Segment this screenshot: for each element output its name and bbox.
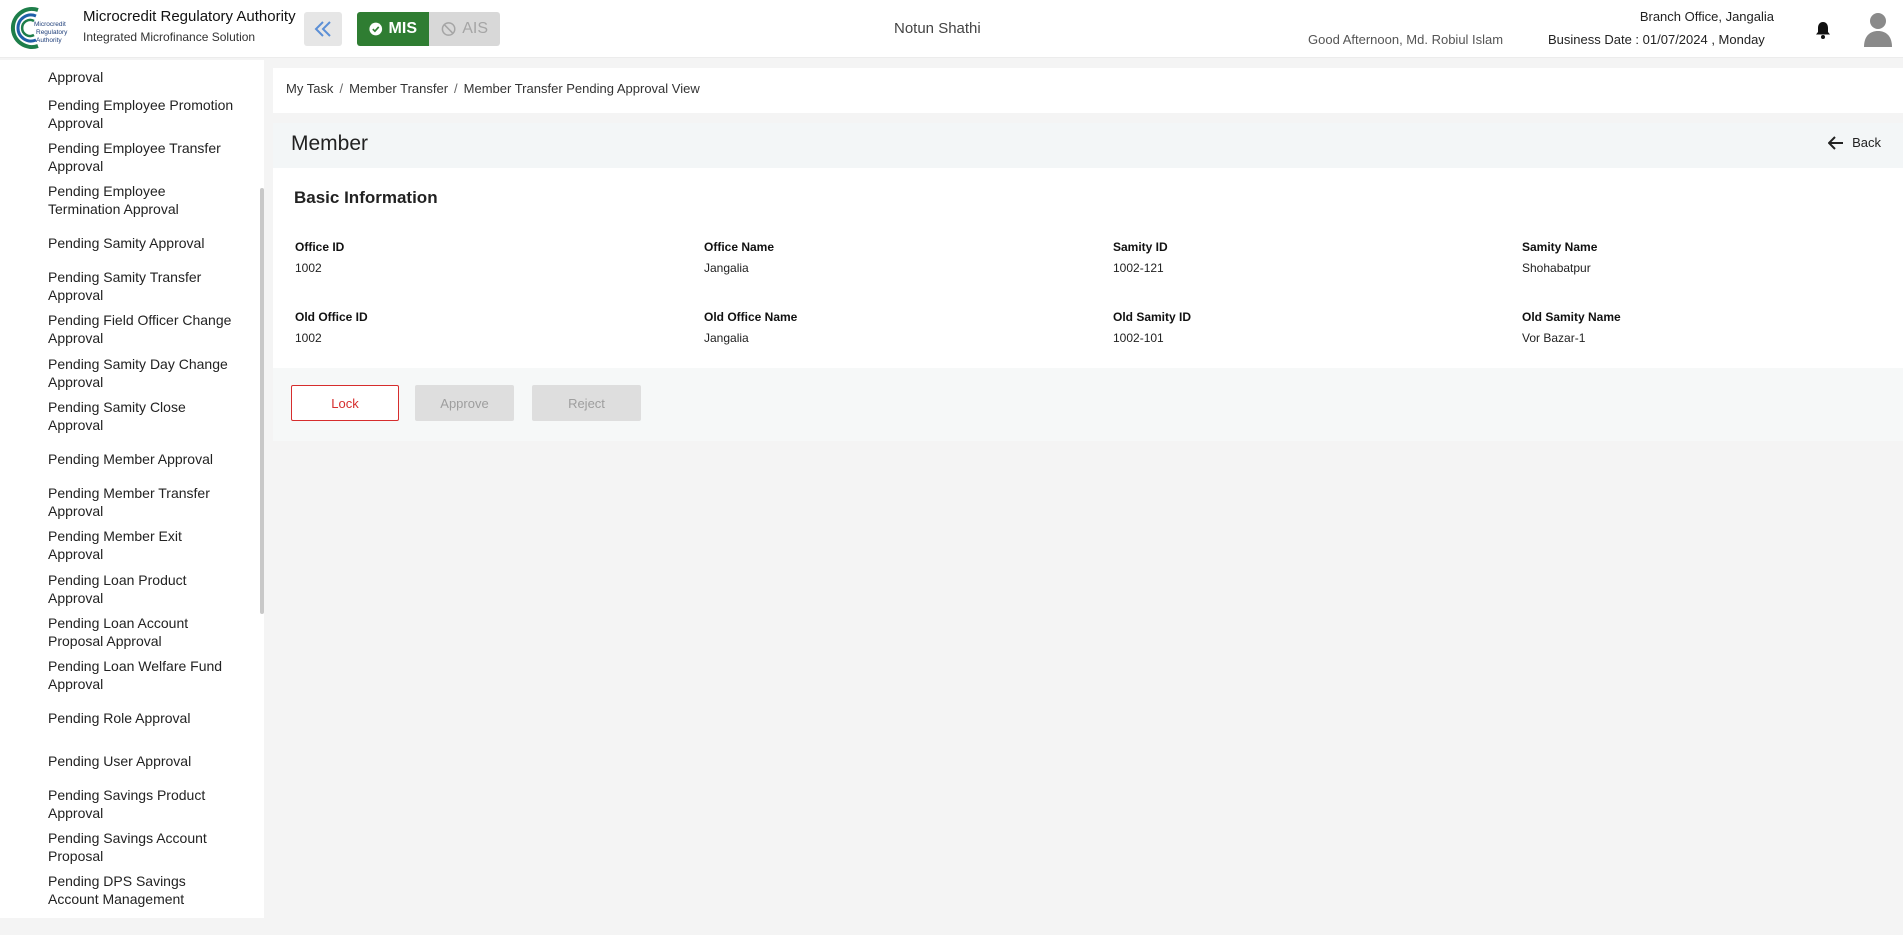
sidebar-item-member-transfer[interactable]: Pending Member Transfer Approval	[48, 484, 238, 520]
logo-text-2: Regulatory	[36, 29, 68, 36]
reject-button[interactable]: Reject	[532, 385, 641, 421]
back-button[interactable]: Back	[1828, 135, 1881, 150]
breadcrumb-bar: My Task / Member Transfer / Member Trans…	[273, 68, 1903, 113]
logo-text-1: Microcredit	[34, 21, 66, 28]
greeting-text: Good Afternoon, Md. Robiul Islam	[1308, 32, 1504, 47]
sidebar-item-samity-approval[interactable]: Pending Samity Approval	[48, 234, 238, 252]
breadcrumb-separator: /	[339, 81, 344, 96]
approve-button[interactable]: Approve	[415, 385, 514, 421]
breadcrumb: My Task / Member Transfer / Member Trans…	[286, 81, 700, 96]
check-circle-icon	[369, 22, 383, 36]
old-samity-name-label: Old Samity Name	[1522, 310, 1621, 324]
old-samity-id-label: Old Samity ID	[1113, 310, 1192, 324]
member-card: Member Back Basic Information Office ID …	[273, 123, 1903, 441]
office-name-label: Office Name	[704, 240, 775, 254]
old-samity-name-value: Vor Bazar-1	[1522, 331, 1586, 345]
breadcrumb-current: Member Transfer Pending Approval View	[463, 81, 700, 96]
samity-name-label: Samity Name	[1522, 240, 1598, 254]
mis-label: MIS	[388, 20, 417, 37]
app-subtitle: Integrated Microfinance Solution	[83, 30, 256, 44]
logo-text-3: Authority	[36, 37, 62, 44]
sidebar-item-member-exit[interactable]: Pending Member Exit Approval	[48, 527, 238, 563]
user-avatar-icon[interactable]	[1862, 10, 1894, 48]
sidebar-item-samity-transfer[interactable]: Pending Samity Transfer Approval	[48, 268, 238, 304]
sidebar-item-samity-day-change[interactable]: Pending Samity Day Change Approval	[48, 355, 238, 391]
sidebar-item-loan-product[interactable]: Pending Loan Product Approval	[48, 571, 238, 607]
mis-mode-button[interactable]: MIS	[357, 12, 429, 46]
double-chevron-left-icon	[314, 21, 331, 37]
breadcrumb-my-task[interactable]: My Task	[286, 81, 333, 96]
mra-logo: Microcredit Regulatory Authority	[8, 4, 76, 52]
lock-button[interactable]: Lock	[291, 385, 399, 421]
office-id-label: Office ID	[295, 240, 345, 254]
basic-information-panel	[273, 168, 1903, 368]
samity-name-value: Shohabatpur	[1522, 261, 1591, 275]
ais-label: AIS	[462, 20, 488, 37]
sidebar-item-employee-termination[interactable]: Pending Employee Termination Approval	[48, 182, 238, 218]
app-title: Microcredit Regulatory Authority	[83, 8, 296, 25]
sidebar: Approval Pending Employee Promotion Appr…	[0, 60, 264, 918]
old-office-name-label: Old Office Name	[704, 310, 798, 324]
business-date: Business Date : 01/07/2024 , Monday	[1548, 32, 1765, 47]
ais-mode-button[interactable]: AIS	[429, 12, 500, 46]
sidebar-item-member-approval[interactable]: Pending Member Approval	[48, 450, 238, 468]
organization-name: Notun Shathi	[894, 20, 981, 37]
branch-office: Branch Office, Jangalia	[1639, 9, 1774, 24]
sidebar-scrollbar[interactable]	[260, 188, 264, 614]
top-header: Microcredit Regulatory Authority Microcr…	[0, 0, 1903, 58]
card-header: Member Back	[273, 123, 1903, 168]
breadcrumb-separator: /	[454, 81, 458, 96]
sidebar-item-savings-account-proposal[interactable]: Pending Savings Account Proposal	[48, 829, 238, 865]
page-title: Member	[291, 132, 369, 155]
old-office-id-label: Old Office ID	[295, 310, 368, 324]
arrow-left-icon	[1828, 135, 1844, 150]
sidebar-item-user-approval[interactable]: Pending User Approval	[48, 752, 238, 770]
sidebar-item-samity-close[interactable]: Pending Samity Close Approval	[48, 398, 238, 434]
old-office-id-value: 1002	[295, 331, 322, 345]
old-office-name-value: Jangalia	[704, 331, 749, 345]
sidebar-item-employee-transfer[interactable]: Pending Employee Transfer Approval	[48, 139, 238, 175]
breadcrumb-member-transfer[interactable]: Member Transfer	[349, 81, 448, 96]
sidebar-item-employee-approval[interactable]: Approval	[48, 68, 238, 86]
office-id-value: 1002	[295, 261, 322, 275]
sidebar-item-employee-promotion[interactable]: Pending Employee Promotion Approval	[48, 96, 238, 132]
mode-toggle: MIS AIS	[357, 12, 500, 46]
sidebar-item-role-approval[interactable]: Pending Role Approval	[48, 709, 238, 727]
sidebar-item-field-officer-change[interactable]: Pending Field Officer Change Approval	[48, 311, 238, 347]
sidebar-item-loan-welfare-fund[interactable]: Pending Loan Welfare Fund Approval	[48, 657, 238, 693]
samity-id-label: Samity ID	[1113, 240, 1168, 254]
back-label: Back	[1852, 135, 1881, 150]
notification-bell-icon[interactable]	[1813, 20, 1833, 40]
action-bar: Lock Approve Reject	[273, 368, 1903, 441]
sidebar-item-loan-account-proposal[interactable]: Pending Loan Account Proposal Approval	[48, 614, 238, 650]
office-name-value: Jangalia	[704, 261, 749, 275]
sidebar-item-savings-product[interactable]: Pending Savings Product Approval	[48, 786, 238, 822]
sidebar-item-dps-savings[interactable]: Pending DPS Savings Account Management	[48, 872, 238, 908]
samity-id-value: 1002-121	[1113, 261, 1164, 275]
collapse-sidebar-button[interactable]	[304, 12, 342, 46]
old-samity-id-value: 1002-101	[1113, 331, 1164, 345]
block-icon	[441, 22, 456, 36]
section-title: Basic Information	[294, 188, 438, 207]
